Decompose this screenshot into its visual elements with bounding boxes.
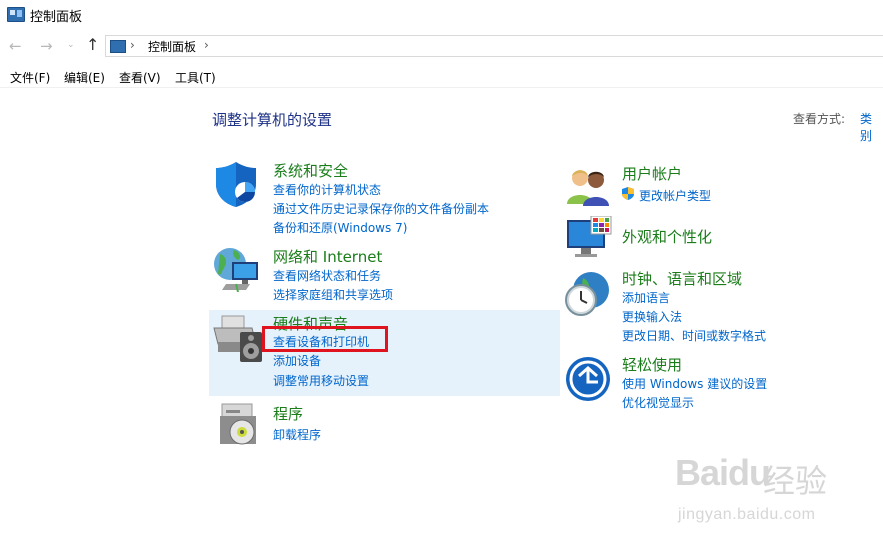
link-add-language[interactable]: 添加语言 xyxy=(622,289,670,306)
link-change-input-method[interactable]: 更换输入法 xyxy=(622,308,682,325)
forward-arrow-icon[interactable]: → xyxy=(40,37,53,55)
breadcrumb[interactable]: 控制面板 xyxy=(148,38,196,55)
link-homegroup-sharing[interactable]: 选择家庭组和共享选项 xyxy=(273,286,393,303)
link-optimize-visual-display[interactable]: 优化视觉显示 xyxy=(622,394,694,411)
ease-of-access-icon xyxy=(566,357,610,401)
divider xyxy=(0,87,883,88)
network-globe-icon xyxy=(214,248,258,292)
chevron-right-icon[interactable]: › xyxy=(204,38,209,52)
shield-icon xyxy=(216,162,256,207)
category-title-user-accounts[interactable]: 用户帐户 xyxy=(622,163,682,184)
printer-speaker-icon xyxy=(213,315,262,362)
up-arrow-icon[interactable]: ↑ xyxy=(86,36,99,54)
back-arrow-icon[interactable]: ← xyxy=(9,37,22,55)
window-title: 控制面板 xyxy=(30,10,83,25)
view-by-label: 查看方式: xyxy=(793,112,846,126)
link-view-computer-status[interactable]: 查看你的计算机状态 xyxy=(273,181,381,198)
clock-globe-icon xyxy=(565,272,609,316)
watermark-logo: Baidu xyxy=(675,452,771,493)
link-file-history[interactable]: 通过文件历史记录保存你的文件备份副本 xyxy=(273,200,489,217)
category-title-system-security[interactable]: 系统和安全 xyxy=(273,160,348,181)
recent-locations-chevron-icon[interactable]: ⌄ xyxy=(67,40,75,50)
annotation-highlight-box xyxy=(262,326,388,352)
menu-edit[interactable]: 编辑(E) xyxy=(64,69,105,86)
link-change-account-type[interactable]: 更改帐户类型 xyxy=(639,187,711,204)
address-bar[interactable]: › 控制面板 › xyxy=(105,35,883,57)
link-date-time-format[interactable]: 更改日期、时间或数字格式 xyxy=(622,327,766,344)
page-title: 调整计算机的设置 xyxy=(212,111,333,129)
chevron-right-icon[interactable]: › xyxy=(130,38,135,52)
link-recommended-settings[interactable]: 使用 Windows 建议的设置 xyxy=(622,375,767,392)
watermark-url: jingyan.baidu.com xyxy=(678,506,816,523)
category-title-network[interactable]: 网络和 Internet xyxy=(273,246,382,267)
menu-bar: 文件(F) 编辑(E) 查看(V) 工具(T) xyxy=(0,66,883,88)
programs-disc-icon xyxy=(220,403,256,445)
category-title-ease-of-access[interactable]: 轻松使用 xyxy=(622,354,682,375)
category-title-clock-region[interactable]: 时钟、语言和区域 xyxy=(622,268,742,289)
view-by-dropdown[interactable]: 类别 xyxy=(860,110,883,144)
link-add-device[interactable]: 添加设备 xyxy=(273,352,321,369)
baidu-watermark: Baidu 经验 jingyan.baidu.com xyxy=(675,452,875,532)
appearance-monitor-icon xyxy=(567,216,612,257)
title-bar: 控制面板 xyxy=(0,0,883,30)
category-title-programs[interactable]: 程序 xyxy=(273,403,303,424)
menu-tools[interactable]: 工具(T) xyxy=(175,69,216,86)
menu-view[interactable]: 查看(V) xyxy=(119,69,161,86)
uac-shield-icon xyxy=(622,187,634,200)
link-uninstall-program[interactable]: 卸载程序 xyxy=(273,426,321,443)
link-network-status[interactable]: 查看网络状态和任务 xyxy=(273,267,381,284)
menu-file[interactable]: 文件(F) xyxy=(10,69,50,86)
category-title-appearance[interactable]: 外观和个性化 xyxy=(622,226,712,247)
link-backup-restore[interactable]: 备份和还原(Windows 7) xyxy=(273,219,407,236)
link-mobility-settings[interactable]: 调整常用移动设置 xyxy=(273,372,369,389)
control-panel-icon xyxy=(7,7,25,22)
user-accounts-icon xyxy=(567,170,609,206)
watermark-text: 经验 xyxy=(763,462,828,500)
control-panel-icon xyxy=(110,40,126,53)
